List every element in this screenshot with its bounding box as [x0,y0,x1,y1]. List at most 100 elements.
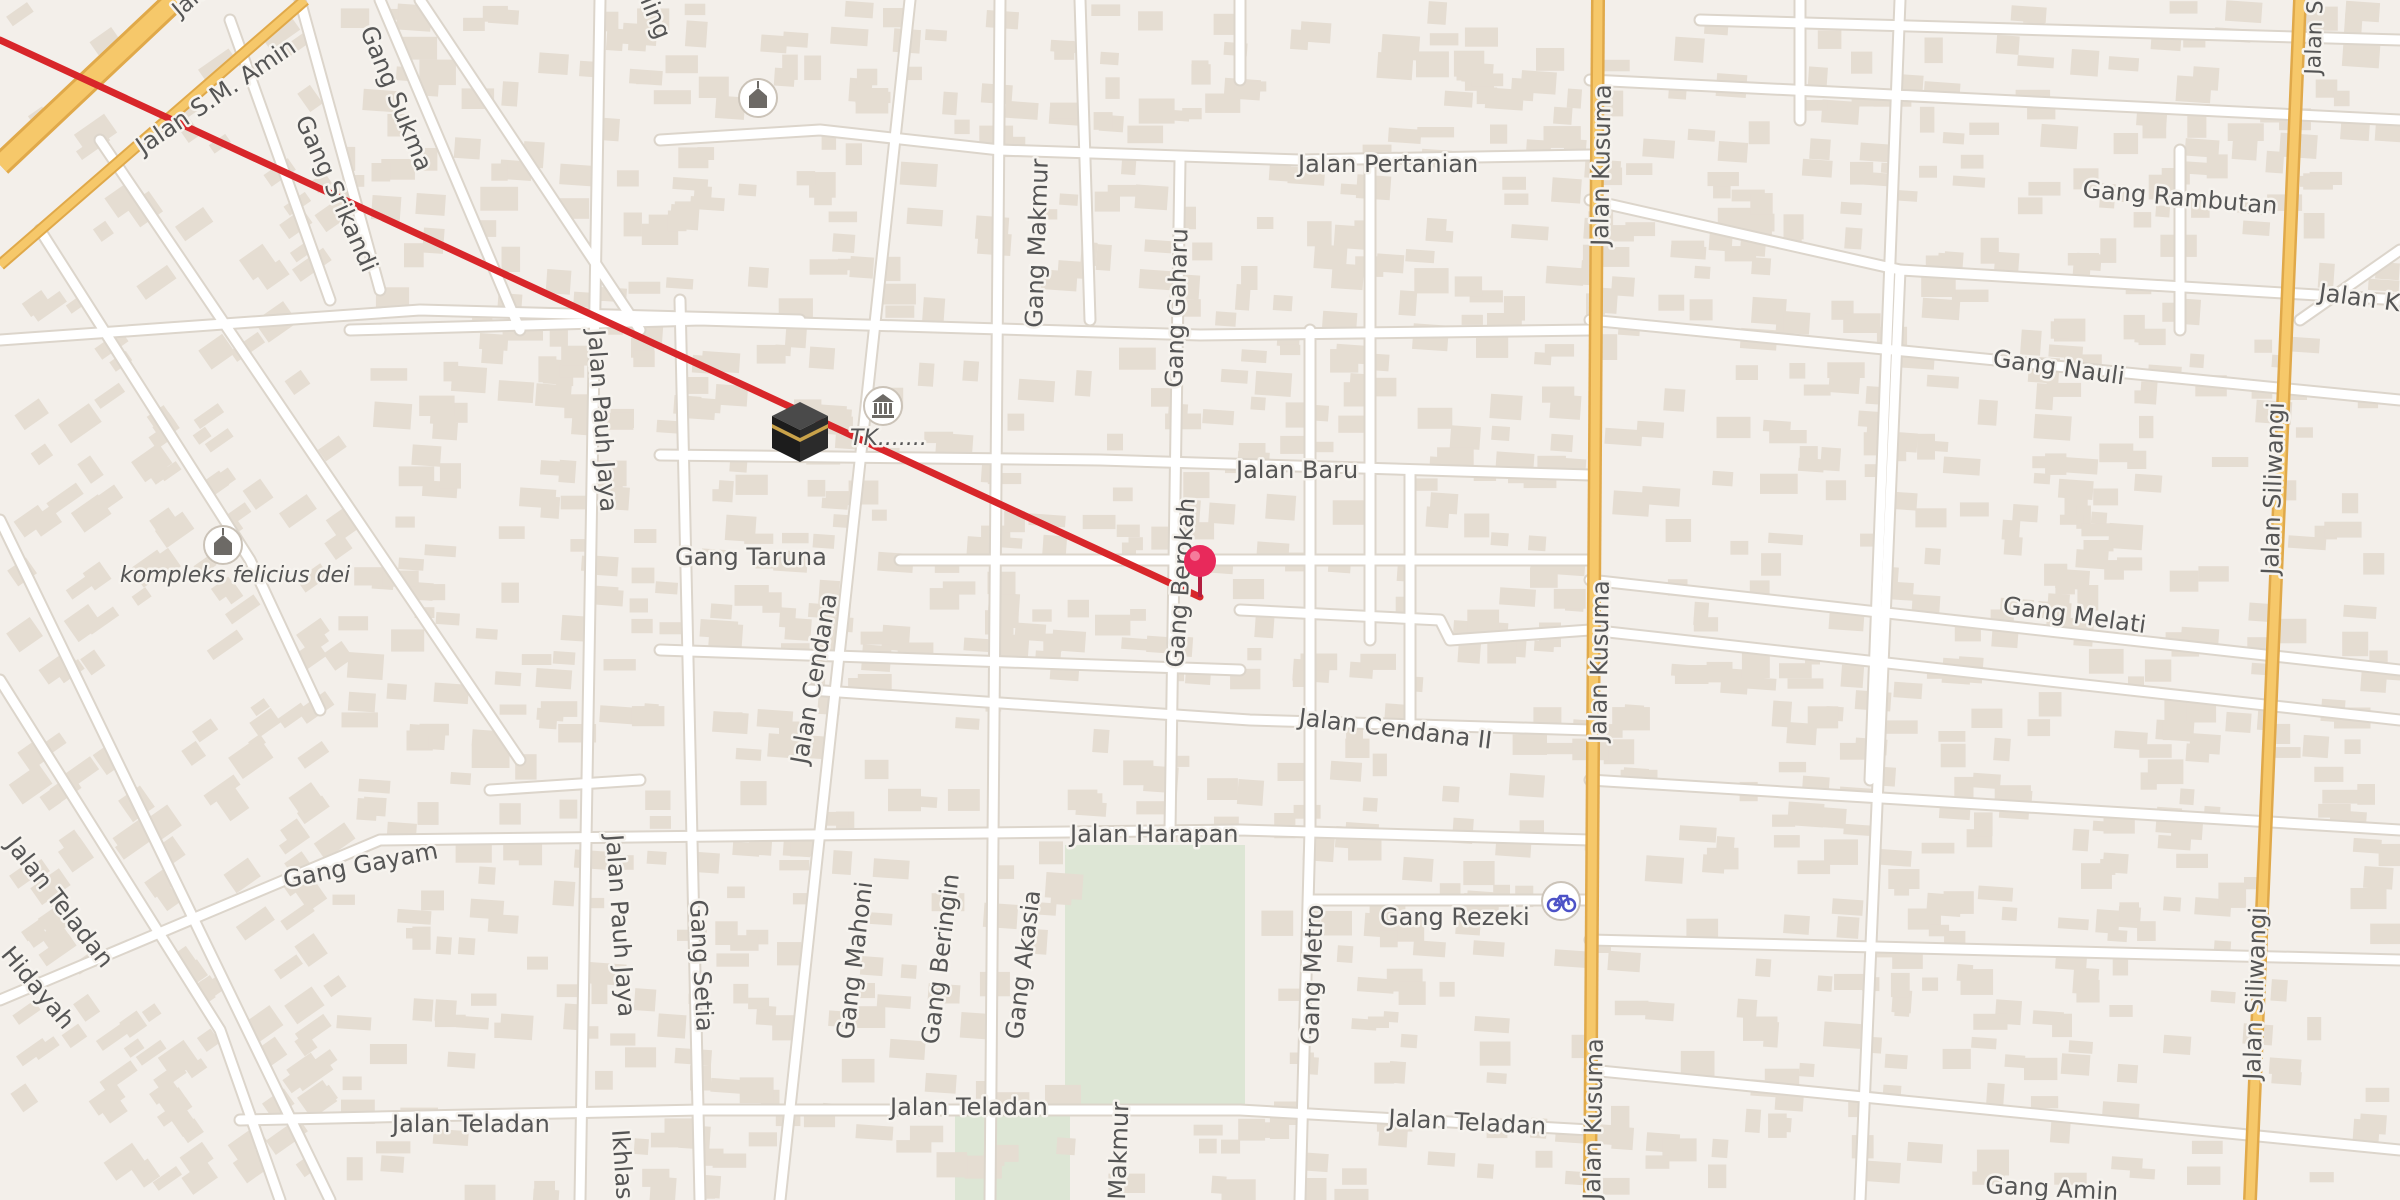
building [1476,1163,1494,1179]
building [2024,1057,2058,1081]
building [595,1070,613,1090]
building [733,983,749,1004]
building [1750,296,1787,326]
building [1427,1,1448,25]
building [1611,1105,1630,1128]
building [1138,11,1163,31]
building [340,8,370,28]
building [756,709,794,729]
place-of-worship-icon[interactable] [203,525,243,565]
building [398,557,425,571]
building [2075,549,2109,570]
building [1454,276,1483,297]
building [1809,138,1831,161]
building [1821,807,1847,829]
building [1545,265,1585,286]
building [1938,731,1966,742]
building [2108,56,2140,72]
building [478,866,496,885]
building [1906,1141,1944,1164]
map-canvas[interactable]: Jalan S.M. Amin Jala Gang Sukma Gang Sri… [0,0,2400,1200]
building [678,147,709,169]
building [2179,788,2195,806]
building [677,56,695,71]
building [1888,869,1920,889]
building [1693,617,1719,632]
building [684,20,708,48]
building [1380,33,1421,61]
building [559,364,585,378]
building [2276,723,2291,744]
building [628,281,661,294]
building [336,1015,372,1031]
building [1504,193,1529,205]
building [1864,1160,1901,1184]
building [2352,837,2382,854]
building [1074,370,1092,397]
building [482,5,508,22]
building [1508,773,1546,798]
place-of-worship-icon[interactable] [738,78,778,118]
building [1082,514,1116,530]
building [1550,433,1574,453]
building [347,691,376,713]
building [1095,244,1112,271]
museum-icon[interactable] [863,386,903,426]
building [831,850,853,876]
building [2102,852,2129,874]
building [2307,1017,2322,1041]
building [2134,473,2163,493]
building [2033,472,2051,485]
building [864,759,889,780]
building [747,266,769,288]
building [1915,508,1947,528]
building [1247,648,1262,661]
building [501,582,519,603]
building [1763,1021,1780,1048]
building [1127,125,1164,144]
building [471,744,510,768]
building [631,567,655,584]
building [558,459,577,484]
building [880,283,916,305]
building [1202,409,1235,426]
building [1612,490,1651,517]
building [2117,557,2143,571]
building [1193,1124,1223,1136]
building [346,652,385,681]
building [1822,1021,1862,1049]
building [1751,257,1772,276]
building [2324,521,2362,538]
building [2344,739,2361,754]
building [1299,21,1332,44]
building [1107,433,1123,451]
building [2189,733,2221,755]
building [1474,1015,1510,1034]
building [538,356,557,383]
building [2365,1087,2390,1102]
bicycle-icon[interactable] [1541,881,1581,921]
building [860,631,892,645]
building [2378,843,2400,867]
building [924,29,948,42]
building [896,1140,932,1153]
building [354,567,384,586]
building [1951,289,1989,302]
building [2139,415,2154,439]
building [570,539,587,552]
building [1798,1062,1815,1078]
building [552,880,576,907]
building [1956,964,1974,982]
building [1769,430,1807,444]
building [1840,664,1865,688]
building [2057,478,2094,500]
building [2003,536,2023,556]
building [1136,801,1166,815]
building [1443,90,1474,108]
building [623,212,642,237]
building [1626,163,1653,175]
building [2010,5,2047,24]
building [748,997,770,1010]
building [2344,0,2381,23]
building [1706,661,1733,683]
